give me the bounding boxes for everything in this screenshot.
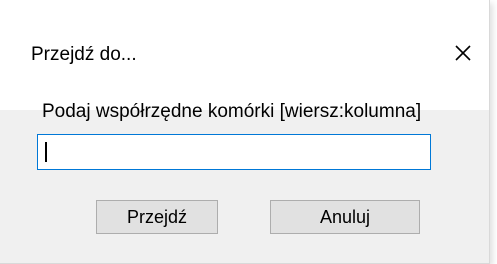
cell-coordinates-input[interactable]: [37, 134, 431, 170]
cancel-button[interactable]: Anuluj: [270, 200, 420, 234]
dialog-body: Podaj współrzędne komórki [wiersz:kolumn…: [0, 0, 489, 264]
goto-dialog: Przejdź do... Podaj współrzędne komórki …: [0, 0, 490, 264]
text-caret: [45, 142, 47, 162]
goto-button[interactable]: Przejdź: [96, 200, 218, 234]
coordinates-prompt-label: Podaj współrzędne komórki [wiersz:kolumn…: [42, 101, 422, 122]
